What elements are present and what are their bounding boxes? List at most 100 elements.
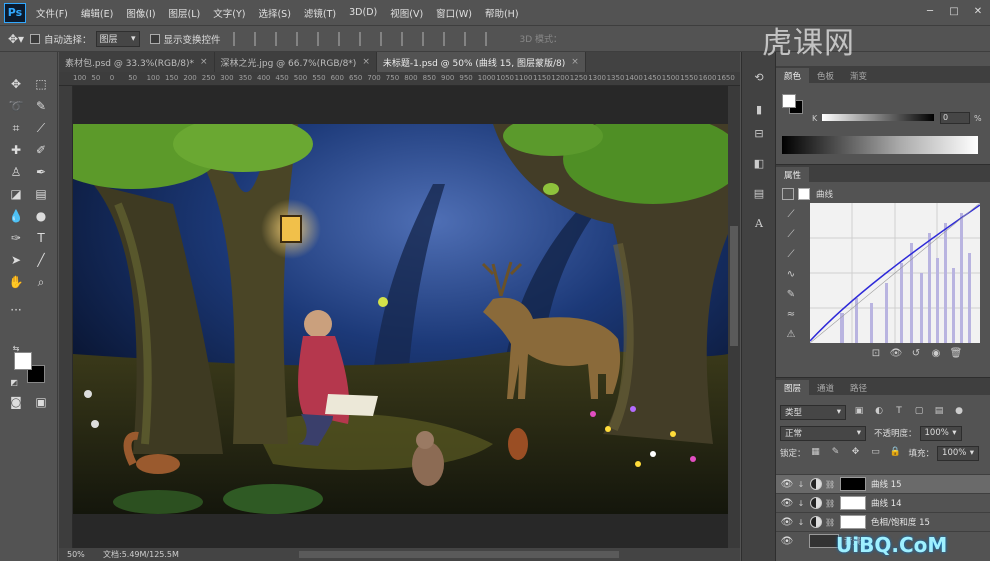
close-icon[interactable]: × [571,57,579,67]
layer-row[interactable]: 👁 ↓ ⛓ 色相/饱和度 15 [776,512,990,531]
k-channel-slider[interactable] [822,114,934,121]
eye-icon[interactable]: 👁 [779,517,795,528]
clip-to-layer-icon[interactable]: ⊡ [866,348,886,359]
adjustment-filter-icon[interactable]: ◐ [872,406,886,418]
layer-mask-thumbnail[interactable] [840,515,866,529]
auto-select-dropdown[interactable]: 图层 ▾ [95,30,140,47]
brush-tool-icon[interactable]: ✐ [31,140,51,160]
history-panel-icon[interactable]: ⟲ [750,68,768,86]
history-brush-tool-icon[interactable]: ✒ [31,162,51,182]
view-previous-icon[interactable]: 👁 [886,348,906,359]
foreground-swatch[interactable] [782,94,796,108]
lock-position-icon[interactable]: ✥ [849,447,863,459]
tab-gradients[interactable]: 渐变 [842,68,875,83]
character-panel-icon[interactable]: A [750,214,768,232]
document-size[interactable]: 文档:5.49M/125.5M [103,549,179,560]
menu-file[interactable]: 文件(F) [36,6,68,20]
close-icon[interactable]: × [200,57,208,67]
quick-mask-icon[interactable]: ◙ [6,392,26,412]
dodge-tool-icon[interactable]: ● [31,206,51,226]
tab-material-pack[interactable]: 素材包.psd @ 33.3%(RGB/8)* × [59,52,215,72]
lock-artboard-icon[interactable]: ▭ [869,447,883,459]
minimize-icon[interactable]: ─ [918,0,942,22]
link-icon[interactable]: ⛓ [825,480,835,489]
scrollbar-thumb[interactable] [730,226,738,346]
maximize-icon[interactable]: □ [942,0,966,22]
tab-color[interactable]: 颜色 [776,68,810,83]
eraser-tool-icon[interactable]: ◪ [6,184,26,204]
type-tool-icon[interactable]: T [31,228,51,248]
delete-icon[interactable]: 🗑 [946,348,966,359]
brush-presets-icon[interactable]: ▮ [750,100,768,118]
link-icon[interactable]: ⛓ [825,499,835,508]
menu-edit[interactable]: 编辑(E) [81,6,113,20]
menu-select[interactable]: 选择(S) [258,6,290,20]
blur-tool-icon[interactable]: 💧 [6,206,26,226]
layer-filter-select[interactable]: 类型 ▾ [780,404,846,420]
menu-filter[interactable]: 滤镜(T) [304,6,336,20]
opacity-field[interactable]: 100% ▾ [919,425,962,441]
zoom-level[interactable]: 50% [67,550,103,559]
eyedropper-black-icon[interactable]: ⟋ [782,209,800,229]
layer-mask-icon[interactable] [798,188,810,200]
horizontal-scrollbar-thumb[interactable] [299,551,619,558]
reset-icon[interactable]: ↺ [906,348,926,359]
tab-layers[interactable]: 图层 [776,380,810,395]
adjustments-icon[interactable]: ⊟ [750,124,768,142]
menu-window[interactable]: 窗口(W) [436,6,472,20]
tab-swatches[interactable]: 色板 [809,68,842,83]
layer-mask-thumbnail[interactable] [840,477,866,491]
tab-untitled-1[interactable]: 未标题-1.psd @ 50% (曲线 15, 图层蒙版/8) × [376,52,586,72]
show-transform-checkbox[interactable] [149,33,160,44]
pencil-icon[interactable]: ✎ [782,289,800,309]
clone-stamp-tool-icon[interactable]: ♙ [6,162,26,182]
lock-transparent-icon[interactable]: ▦ [809,447,823,459]
type-filter-icon[interactable]: T [892,406,906,418]
menu-layer[interactable]: 图层(L) [169,6,201,20]
line-tool-icon[interactable]: ╱ [31,250,51,270]
tab-forest-light[interactable]: 深林之光.jpg @ 66.7%(RGB/8*) × [214,52,377,72]
color-ramp[interactable] [782,136,978,154]
lock-pixels-icon[interactable]: ✎ [829,447,843,459]
align-left-icon[interactable] [295,31,310,46]
edit-toolbar-icon[interactable]: ··· [6,300,26,320]
tab-channels[interactable]: 通道 [809,380,842,395]
lasso-tool-icon[interactable]: ➰ [6,96,26,116]
distribute-top-icon[interactable] [358,31,373,46]
tab-properties[interactable]: 属性 [776,167,810,182]
fill-field[interactable]: 100% ▾ [937,445,980,461]
smart-object-filter-icon[interactable]: ▤ [932,406,946,418]
path-select-tool-icon[interactable]: ➤ [6,250,26,270]
character-icon[interactable] [750,188,768,206]
layer-row[interactable]: 👁 ↓ ⛓ 曲线 15 [776,474,990,493]
tab-paths[interactable]: 路径 [842,380,875,395]
eyedropper-tool-icon[interactable]: ⟋ [31,118,51,138]
align-top-icon[interactable] [232,31,247,46]
menu-3d[interactable]: 3D(D) [349,7,377,18]
move-tool-preset-icon[interactable]: ✥▾ [8,32,30,46]
curve-point-icon[interactable]: ∿ [782,269,800,289]
gradient-tool-icon[interactable]: ▤ [31,184,51,204]
align-right-icon[interactable] [337,31,352,46]
layer-row[interactable]: 👁 ↓ ⛓ 曲线 14 [776,493,990,512]
menu-view[interactable]: 视图(V) [390,6,423,20]
distribute-vcenter-icon[interactable] [379,31,394,46]
lock-all-icon[interactable]: 🔒 [889,447,903,459]
menu-type[interactable]: 文字(Y) [213,6,245,20]
link-icon[interactable]: ⛓ [825,518,835,527]
healing-brush-tool-icon[interactable]: ✚ [6,140,26,160]
forest-artwork[interactable] [73,124,728,514]
menu-image[interactable]: 图像(I) [126,6,155,20]
close-icon[interactable]: × [362,57,370,67]
pen-tool-icon[interactable]: ✑ [6,228,26,248]
menu-help[interactable]: 帮助(H) [485,6,519,20]
shape-filter-icon[interactable]: ▢ [912,406,926,418]
eyedropper-white-icon[interactable]: ⟋ [782,249,800,269]
blend-mode-select[interactable]: 正常 ▾ [780,425,866,441]
auto-select-checkbox[interactable] [30,33,40,44]
visibility-icon[interactable]: ◉ [926,348,946,359]
warning-icon[interactable]: ⚠ [782,329,800,349]
eyedropper-gray-icon[interactable]: ⟋ [782,229,800,249]
k-channel-value[interactable]: 0 [940,112,970,124]
distribute-hcenter-icon[interactable] [442,31,457,46]
